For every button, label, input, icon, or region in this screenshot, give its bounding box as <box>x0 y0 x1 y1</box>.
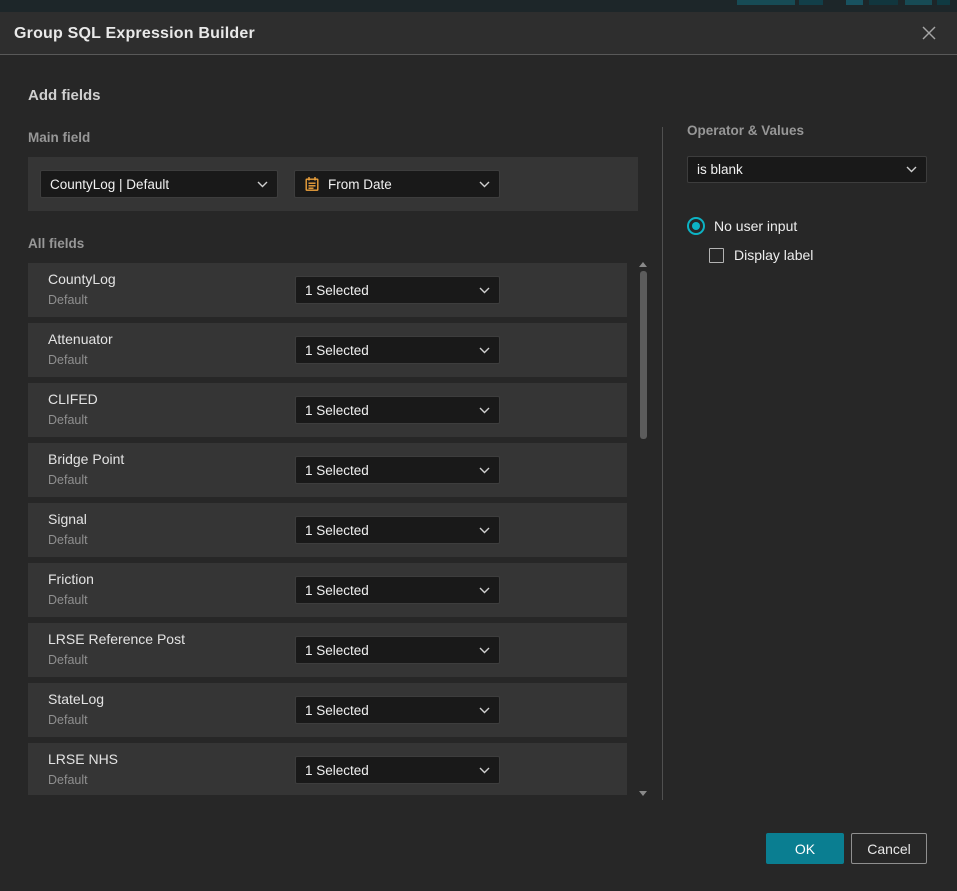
scrollbar-up-arrow-icon[interactable] <box>639 262 647 267</box>
field-row-clifed: CLIFED Default 1 Selected <box>28 383 627 437</box>
chevron-down-icon <box>479 467 490 474</box>
panel-divider <box>662 127 663 800</box>
no-user-input-label: No user input <box>714 218 797 234</box>
field-name: LRSE Reference Post <box>48 631 185 647</box>
display-label-text: Display label <box>734 247 813 263</box>
field-source: Default <box>48 353 88 367</box>
add-fields-heading: Add fields <box>28 87 101 104</box>
selection-value: 1 Selected <box>305 523 369 538</box>
chevron-down-icon <box>479 647 490 654</box>
field-name: Attenuator <box>48 331 113 347</box>
selection-value: 1 Selected <box>305 763 369 778</box>
close-button[interactable] <box>913 18 945 50</box>
chevron-down-icon <box>479 767 490 774</box>
field-name: Friction <box>48 571 94 587</box>
field-row-bridge-point: Bridge Point Default 1 Selected <box>28 443 627 497</box>
selection-value: 1 Selected <box>305 463 369 478</box>
main-field-value: From Date <box>328 177 392 192</box>
no-user-input-radio[interactable]: No user input <box>687 217 797 235</box>
field-source: Default <box>48 533 88 547</box>
field-name: Bridge Point <box>48 451 124 467</box>
field-name: LRSE NHS <box>48 751 118 767</box>
selection-value: 1 Selected <box>305 283 369 298</box>
field-selection-dropdown[interactable]: 1 Selected <box>295 516 500 544</box>
operator-value: is blank <box>697 162 743 177</box>
ok-button[interactable]: OK <box>766 833 844 864</box>
chevron-down-icon <box>479 347 490 354</box>
field-selection-dropdown[interactable]: 1 Selected <box>295 336 500 364</box>
field-row-lrse-reference-post: LRSE Reference Post Default 1 Selected <box>28 623 627 677</box>
operator-dropdown[interactable]: is blank <box>687 156 927 183</box>
all-fields-label: All fields <box>28 236 84 251</box>
field-name: CountyLog <box>48 271 116 287</box>
selection-value: 1 Selected <box>305 703 369 718</box>
field-source: Default <box>48 653 88 667</box>
chevron-down-icon <box>257 181 268 188</box>
background-fragment <box>869 0 898 5</box>
field-selection-dropdown[interactable]: 1 Selected <box>295 576 500 604</box>
field-source: Default <box>48 593 88 607</box>
selection-value: 1 Selected <box>305 343 369 358</box>
layer-source-value: CountyLog | Default <box>50 177 169 192</box>
main-field-dropdown[interactable]: From Date <box>294 170 500 198</box>
field-row-countylog: CountyLog Default 1 Selected <box>28 263 627 317</box>
field-selection-dropdown[interactable]: 1 Selected <box>295 756 500 784</box>
display-label-checkbox[interactable]: Display label <box>709 247 813 263</box>
scrollbar-down-arrow-icon[interactable] <box>639 791 647 796</box>
chevron-down-icon <box>479 181 490 188</box>
field-name: CLIFED <box>48 391 98 407</box>
dialog-title: Group SQL Expression Builder <box>14 12 255 55</box>
screen: Group SQL Expression Builder Add fields … <box>0 0 957 891</box>
checkbox-unchecked-icon <box>709 248 724 263</box>
background-fragment <box>905 0 932 5</box>
background-fragment <box>846 0 863 5</box>
background-fragment <box>737 0 795 5</box>
dialog-titlebar: Group SQL Expression Builder <box>0 12 957 55</box>
field-source: Default <box>48 293 88 307</box>
chevron-down-icon <box>479 707 490 714</box>
layer-source-dropdown[interactable]: CountyLog | Default <box>40 170 278 198</box>
chevron-down-icon <box>479 287 490 294</box>
field-source: Default <box>48 413 88 427</box>
chevron-down-icon <box>479 407 490 414</box>
field-source: Default <box>48 713 88 727</box>
cancel-button[interactable]: Cancel <box>851 833 927 864</box>
operator-values-heading: Operator & Values <box>687 123 804 138</box>
chevron-down-icon <box>906 166 917 173</box>
field-row-lrse-nhs: LRSE NHS Default 1 Selected <box>28 743 627 795</box>
radio-selected-icon <box>687 217 705 235</box>
field-selection-dropdown[interactable]: 1 Selected <box>295 396 500 424</box>
background-app-strip <box>0 0 957 12</box>
chevron-down-icon <box>479 587 490 594</box>
field-name: Signal <box>48 511 87 527</box>
field-selection-dropdown[interactable]: 1 Selected <box>295 456 500 484</box>
close-icon <box>920 24 938 45</box>
field-row-attenuator: Attenuator Default 1 Selected <box>28 323 627 377</box>
all-fields-list: CountyLog Default 1 Selected Attenuator … <box>28 263 627 795</box>
calendar-date-icon <box>304 176 320 192</box>
scrollbar-thumb[interactable] <box>640 271 647 439</box>
selection-value: 1 Selected <box>305 583 369 598</box>
field-row-statelog: StateLog Default 1 Selected <box>28 683 627 737</box>
field-selection-dropdown[interactable]: 1 Selected <box>295 636 500 664</box>
field-row-signal: Signal Default 1 Selected <box>28 503 627 557</box>
field-selection-dropdown[interactable]: 1 Selected <box>295 696 500 724</box>
selection-value: 1 Selected <box>305 403 369 418</box>
field-source: Default <box>48 773 88 787</box>
background-fragment <box>937 0 950 5</box>
field-selection-dropdown[interactable]: 1 Selected <box>295 276 500 304</box>
field-source: Default <box>48 473 88 487</box>
main-field-bar: CountyLog | Default From Date <box>28 157 638 211</box>
field-row-friction: Friction Default 1 Selected <box>28 563 627 617</box>
chevron-down-icon <box>479 527 490 534</box>
main-field-label: Main field <box>28 130 90 145</box>
field-name: StateLog <box>48 691 104 707</box>
selection-value: 1 Selected <box>305 643 369 658</box>
background-fragment <box>799 0 823 5</box>
